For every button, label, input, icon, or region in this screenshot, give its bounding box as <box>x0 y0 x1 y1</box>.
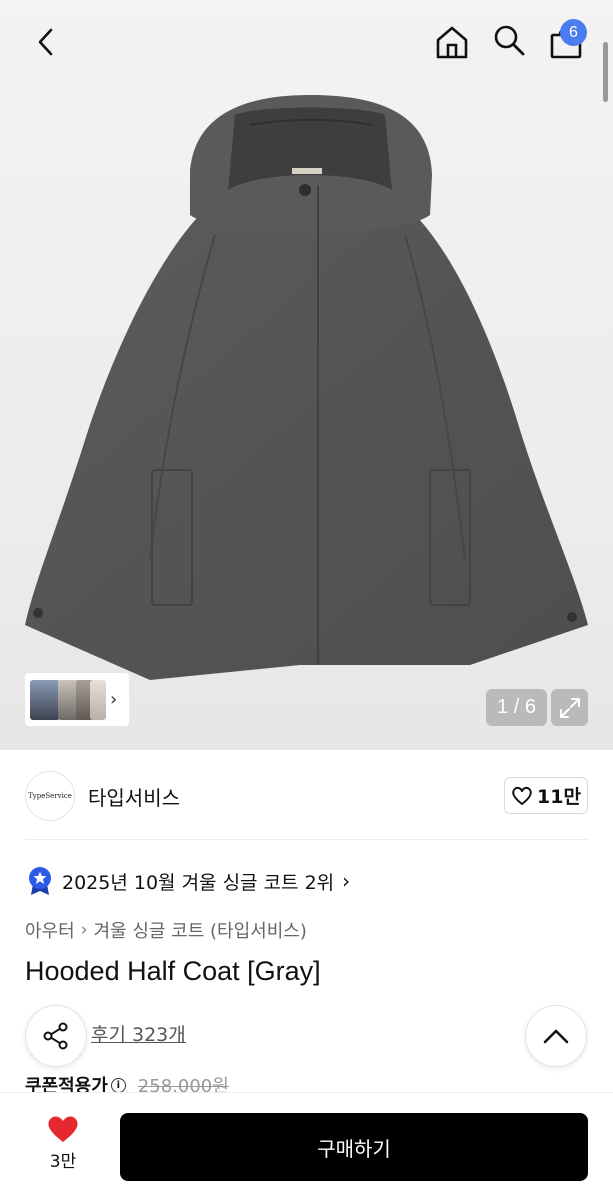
heart-filled-icon <box>48 1116 78 1142</box>
star-badge-icon <box>29 867 51 895</box>
chevron-right-icon: › <box>342 869 351 893</box>
divider <box>25 839 588 840</box>
ranking-link[interactable]: 2025년 10월 겨울 싱글 코트 2위 › <box>28 866 350 896</box>
product-title: Hooded Half Coat [Gray] <box>25 956 321 986</box>
ranking-text: 2025년 10월 겨울 싱글 코트 2위 <box>62 871 335 894</box>
chevron-right-icon: › <box>80 920 88 940</box>
brand-name[interactable]: 타입서비스 <box>88 782 180 811</box>
info-icon[interactable]: i <box>110 1077 126 1093</box>
bottom-action-bar: 3만 구매하기 <box>0 1092 613 1200</box>
wishlist-count: 3만 <box>49 1152 77 1172</box>
thumbnail-strip[interactable]: › <box>25 673 129 726</box>
review-count-link[interactable]: 후기 323개 <box>91 1020 186 1047</box>
expand-arrows-icon <box>559 697 580 718</box>
brand-row: TypeService 타입서비스 11만 <box>25 770 588 822</box>
cart-count-badge: 6 <box>560 19 587 46</box>
chevron-left-icon <box>38 28 53 56</box>
search-icon <box>494 25 525 56</box>
scroll-indicator[interactable] <box>603 42 608 102</box>
brand-logo[interactable]: TypeService <box>25 771 75 821</box>
heart-outline-icon <box>512 786 532 805</box>
share-icon <box>43 1022 68 1050</box>
product-image <box>25 95 588 680</box>
wishlist-button[interactable]: 3만 <box>30 1115 96 1175</box>
search-button[interactable] <box>487 18 531 62</box>
brand-logo-text: TypeService <box>28 792 72 800</box>
brand-like-button[interactable]: 11만 <box>504 777 588 814</box>
breadcrumb-category[interactable]: 아우터 <box>25 917 75 943</box>
share-button[interactable] <box>25 1005 87 1067</box>
breadcrumb-subcategory[interactable]: 겨울 싱글 코트 (타입서비스) <box>94 917 307 943</box>
top-navigation-bar: 6 <box>0 0 613 84</box>
chevron-right-icon: › <box>110 689 118 710</box>
expand-image-button[interactable] <box>551 689 588 726</box>
breadcrumb: 아우터 › 겨울 싱글 코트 (타입서비스) <box>25 916 307 944</box>
brand-like-count: 11만 <box>537 786 581 808</box>
home-icon <box>436 26 468 59</box>
back-button[interactable] <box>24 20 68 64</box>
home-button[interactable] <box>430 20 474 64</box>
image-page-counter: 1 / 6 <box>486 689 547 726</box>
scroll-to-top-button[interactable] <box>525 1005 587 1067</box>
thumbnail-images <box>28 677 106 722</box>
product-image-gallery[interactable]: 6 › 1 / 6 <box>0 0 613 750</box>
chevron-up-icon <box>543 1029 569 1044</box>
buy-button[interactable]: 구매하기 <box>120 1113 588 1181</box>
